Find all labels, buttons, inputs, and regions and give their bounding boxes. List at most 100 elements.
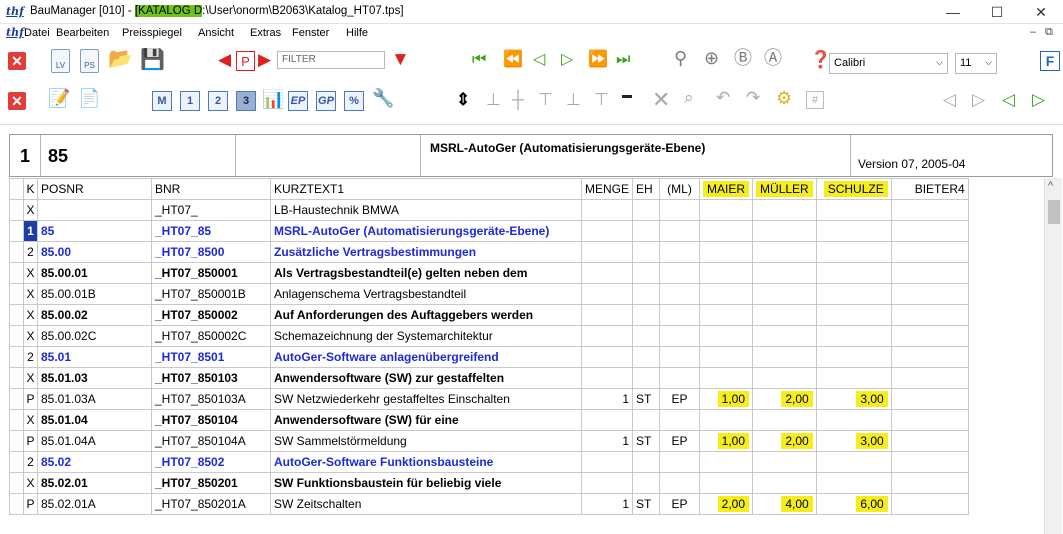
column-header-ml[interactable]: (ML) (659, 178, 701, 200)
cell-kurztext[interactable]: Als Vertragsbestandteil(e) gelten neben … (270, 262, 582, 284)
lv-icon[interactable]: LV (51, 49, 70, 73)
cell-ml[interactable] (659, 262, 701, 284)
cell-bieter4[interactable] (890, 451, 969, 473)
row-header[interactable] (9, 388, 24, 410)
hash-button[interactable]: # (806, 91, 824, 109)
open-folder-icon[interactable]: 📂 (108, 49, 133, 69)
cell-eh[interactable] (632, 325, 661, 347)
row-header[interactable] (9, 325, 24, 347)
cell-posnr[interactable]: 85.02.01A (37, 493, 152, 515)
row-header[interactable] (9, 262, 24, 284)
menu-hilfe[interactable]: Hilfe (346, 27, 368, 39)
cell-menge[interactable] (580, 241, 634, 263)
minimize-button[interactable]: — (931, 0, 975, 24)
cell-schulze[interactable] (815, 304, 892, 326)
cell-mueller[interactable] (752, 409, 817, 431)
cell-schulze[interactable] (815, 367, 892, 389)
cell-schulze[interactable]: 6,00 (815, 493, 892, 515)
cell-bnr[interactable]: _HT07_850002 (151, 304, 271, 326)
row-header[interactable] (9, 493, 24, 515)
cell-bieter4[interactable] (890, 241, 969, 263)
close-list-icon[interactable]: ✕ (8, 92, 26, 110)
table-row[interactable]: X _HT07_ LB-Haustechnik BMWA (9, 199, 969, 221)
column-header-maier[interactable]: MAIER (699, 178, 754, 200)
maximize-button[interactable]: ☐ (975, 0, 1019, 24)
cell-schulze[interactable] (815, 325, 892, 347)
row-header[interactable] (9, 367, 24, 389)
column-header-schulze[interactable]: SCHULZE (815, 178, 892, 200)
align-bottom-icon[interactable]: ⊥ (486, 91, 501, 108)
cell-bnr[interactable]: _HT07_850103 (151, 367, 271, 389)
scroll-up-icon[interactable]: ^ (1048, 180, 1053, 192)
cell-ml[interactable] (659, 283, 701, 305)
cell-ml[interactable] (659, 451, 701, 473)
cell-mueller[interactable]: 2,00 (752, 430, 817, 452)
cell-menge[interactable]: 1 (580, 493, 634, 515)
view-3-button[interactable]: 3 (236, 91, 256, 111)
cell-schulze[interactable] (815, 346, 892, 368)
cell-bnr[interactable]: _HT07_850201A (151, 493, 271, 515)
redo-icon[interactable]: ↷ (746, 89, 760, 106)
cell-mueller[interactable] (752, 220, 817, 242)
cell-mueller[interactable] (752, 451, 817, 473)
row-header[interactable] (9, 241, 24, 263)
row-kind[interactable]: X (23, 367, 38, 389)
cell-mueller[interactable] (752, 241, 817, 263)
cell-ml[interactable] (659, 367, 701, 389)
cell-ml[interactable] (659, 241, 701, 263)
row-kind[interactable]: 2 (23, 346, 38, 368)
cell-menge[interactable] (580, 346, 634, 368)
cell-posnr[interactable]: 85.00.02 (37, 304, 152, 326)
cell-kurztext[interactable]: SW Netzwiederkehr gestaffeltes Einschalt… (270, 388, 582, 410)
cell-mueller[interactable] (752, 325, 817, 347)
mdi-restore-button[interactable]: ⧉ (1045, 26, 1053, 39)
cell-maier[interactable] (699, 325, 754, 347)
cell-ml[interactable] (659, 409, 701, 431)
next-green-icon[interactable]: ▷ (1032, 91, 1045, 108)
next-record-icon[interactable]: ▷ (561, 52, 573, 68)
cell-ml[interactable] (659, 346, 701, 368)
row-header[interactable] (9, 199, 24, 221)
cell-ml[interactable] (659, 220, 701, 242)
table-row[interactable]: P 85.01.04A _HT07_850104A SW Sammelstörmeld… (9, 430, 969, 452)
cell-maier[interactable]: 1,00 (699, 430, 754, 452)
cell-bnr[interactable]: _HT07_850104A (151, 430, 271, 452)
cell-bieter4[interactable] (890, 493, 969, 515)
row-kind[interactable]: X (23, 325, 38, 347)
column-header-eh[interactable]: EH (632, 178, 661, 200)
column-header-posnr[interactable]: POSNR (37, 178, 152, 200)
menu-preisspiegel[interactable]: Preisspiegel (122, 27, 182, 39)
row-kind[interactable]: X (23, 409, 38, 431)
row-header[interactable] (9, 220, 24, 242)
cell-bieter4[interactable] (890, 283, 969, 305)
cell-bnr[interactable]: _HT07_850201 (151, 472, 271, 494)
cell-maier[interactable] (699, 409, 754, 431)
cell-posnr[interactable]: 85.01 (37, 346, 152, 368)
align-top-icon[interactable]: ⊤ (538, 91, 553, 108)
cell-schulze[interactable] (815, 220, 892, 242)
cell-schulze[interactable] (815, 199, 892, 221)
cell-bieter4[interactable] (890, 325, 969, 347)
cell-eh[interactable] (632, 241, 661, 263)
view-1-button[interactable]: 1 (180, 91, 200, 111)
view-m-button[interactable]: M (152, 91, 172, 111)
cell-kurztext[interactable]: Auf Anforderungen des Auftaggebers werde… (270, 304, 582, 326)
prev-green-icon[interactable]: ◁ (1002, 91, 1015, 108)
cell-bnr[interactable]: _HT07_8502 (151, 451, 271, 473)
zoom-in-icon[interactable]: ⊕ (704, 49, 719, 67)
cell-menge[interactable] (580, 367, 634, 389)
table-row[interactable]: 2 85.02 _HT07_8502 AutoGer-Software Funktio… (9, 451, 969, 473)
table-row[interactable]: X 85.00.02C _HT07_850002C Schemazeichnung d… (9, 325, 969, 347)
tools-icon[interactable]: 🔧 (372, 89, 394, 107)
cell-eh[interactable]: ST (632, 493, 661, 515)
cell-menge[interactable] (580, 451, 634, 473)
cell-schulze[interactable] (815, 451, 892, 473)
row-kind[interactable]: X (23, 283, 38, 305)
align-cross-icon[interactable]: ┼ (512, 91, 524, 108)
cell-posnr[interactable]: 85.01.03 (37, 367, 152, 389)
cell-bieter4[interactable] (890, 304, 969, 326)
row-header[interactable] (9, 451, 24, 473)
cell-maier[interactable] (699, 367, 754, 389)
cell-eh[interactable]: ST (632, 430, 661, 452)
column-header-bieter4[interactable]: BIETER4 (890, 178, 969, 200)
